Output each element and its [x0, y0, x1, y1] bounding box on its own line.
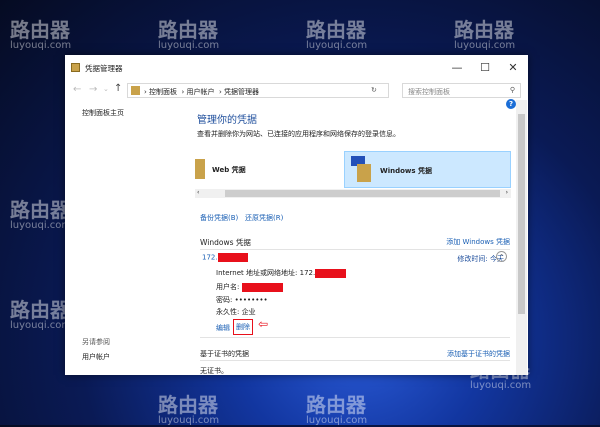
add-windows-credential-link[interactable]: 添加 Windows 凭据 — [446, 237, 510, 247]
persistence-row: 永久性: 企业 — [216, 308, 256, 316]
scroll-right-icon[interactable]: › — [506, 189, 508, 196]
backup-credentials-link[interactable]: 备份凭据(B) — [200, 213, 238, 223]
arrow-left-icon: ⇦ — [258, 317, 269, 331]
breadcrumb-credential-manager[interactable]: 凭据管理器 — [224, 88, 259, 96]
edit-link[interactable]: 编辑 — [216, 323, 230, 333]
scroll-left-icon[interactable]: ‹ — [197, 189, 199, 196]
username-row: 用户名: — [216, 282, 283, 292]
breadcrumb-user-accounts[interactable]: 用户帐户 — [187, 88, 215, 96]
location-icon — [131, 86, 140, 95]
watermark: 路由器luyouqi.com — [10, 18, 72, 51]
search-input[interactable]: 搜索控制面板 ⚲ — [402, 83, 521, 98]
recent-dropdown-icon[interactable]: ⌄ — [103, 85, 109, 93]
add-cert-credential-link[interactable]: 添加基于证书的凭据 — [447, 349, 510, 359]
watermark: 路由器luyouqi.com — [454, 18, 516, 51]
refresh-icon[interactable]: ↻ — [371, 86, 377, 94]
page-description: 查看并删除你为网站、已连接的应用程序和网络保存的登录信息。 — [197, 130, 400, 138]
page-title: 管理你的凭据 — [197, 115, 257, 126]
no-certificates-text: 无证书。 — [200, 367, 228, 375]
delete-link[interactable]: 删除 — [233, 319, 253, 335]
watermark: 路由器luyouqi.com — [158, 18, 220, 51]
address-row: Internet 地址或网络地址: 172. — [216, 268, 347, 278]
scrollbar-thumb[interactable] — [518, 114, 525, 314]
credential-manager-window: 凭据管理器 — ☐ ✕ ← → ⌄ ↑ › 控制面板 › 用户帐户 › 凭据管理… — [65, 55, 528, 375]
address-bar[interactable]: › 控制面板 › 用户帐户 › 凭据管理器 ↻ — [127, 83, 389, 98]
watermark: 路由器luyouqi.com — [306, 393, 368, 426]
vertical-scrollbar[interactable] — [516, 100, 527, 375]
close-button[interactable]: ✕ — [496, 55, 528, 81]
watermark: 路由器luyouqi.com — [158, 393, 220, 426]
see-also-label: 另请参阅 — [82, 338, 110, 346]
watermark: 路由器luyouqi.com — [10, 198, 72, 231]
search-icon: ⚲ — [509, 86, 515, 94]
vault-icon — [195, 159, 205, 179]
tile-web-credentials[interactable]: Web 凭据 — [195, 151, 341, 188]
tile-windows-credentials[interactable]: Windows 凭据 — [344, 151, 511, 188]
watermark: 路由器luyouqi.com — [306, 18, 368, 51]
app-icon — [71, 63, 80, 72]
sidebar-user-accounts[interactable]: 用户帐户 — [82, 352, 110, 362]
watermark: 路由器luyouqi.com — [10, 298, 72, 331]
window-title: 凭据管理器 — [85, 64, 123, 73]
help-icon[interactable]: ? — [506, 99, 516, 109]
sidebar-control-panel-home[interactable]: 控制面板主页 — [82, 108, 124, 118]
forward-icon[interactable]: → — [89, 84, 97, 95]
horizontal-scrollbar[interactable]: ‹ › — [195, 189, 511, 198]
password-row: 密码: •••••••• — [216, 296, 268, 304]
redaction — [315, 268, 347, 278]
credential-entry-header[interactable]: 172. — [202, 253, 248, 262]
scrollbar-thumb[interactable] — [225, 190, 500, 197]
restore-credentials-link[interactable]: 还原凭据(R) — [245, 213, 283, 223]
breadcrumb-control-panel[interactable]: 控制面板 — [149, 88, 177, 96]
cert-credentials-heading: 基于证书的凭据 — [200, 350, 249, 358]
redaction — [241, 282, 283, 292]
redaction — [217, 253, 248, 262]
windows-credentials-heading: Windows 凭据 — [200, 238, 251, 247]
back-icon[interactable]: ← — [73, 84, 81, 95]
collapse-chevron-icon[interactable]: ⌃ — [496, 251, 507, 262]
up-icon[interactable]: ↑ — [114, 83, 122, 94]
vault-icon — [357, 164, 371, 182]
